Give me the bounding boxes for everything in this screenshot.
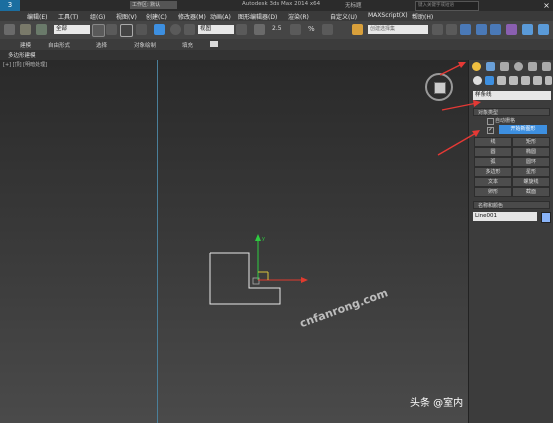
viewport-axis-line <box>157 60 158 423</box>
menu-item-11[interactable]: 帮助(H) <box>412 12 433 21</box>
menu-item-10[interactable]: MAXScript(X) <box>368 12 408 19</box>
menu-item-0[interactable]: 编辑(E) <box>27 12 47 21</box>
annotation-arrows <box>437 62 481 156</box>
shape-button-5-0[interactable]: 卵形 <box>474 187 512 197</box>
display-tab-icon[interactable] <box>528 62 537 71</box>
shape-button-1-1[interactable]: 椭圆 <box>512 147 550 157</box>
source-tag: 头条 @室内 <box>410 398 464 409</box>
ribbon: 建模 自由形式 选择 对象绘制 填充 <box>0 39 553 50</box>
ribbon-tab-2[interactable]: 选择 <box>96 41 107 49</box>
watermark-text: cnfanrong.com <box>298 286 390 331</box>
ribbon-tab-1[interactable]: 自由形式 <box>48 41 70 49</box>
pivot-center-icon[interactable] <box>236 24 247 35</box>
rotate-icon[interactable] <box>170 24 181 35</box>
menu-bar: 编辑(E) 工具(T) 组(G) 视图(V) 创建(C) 修改器(M) 动画(A) 图形编辑器… <box>0 11 553 21</box>
material-editor-icon[interactable] <box>506 24 517 35</box>
file-name: 无标题 <box>345 3 362 9</box>
unlink-icon[interactable] <box>36 24 47 35</box>
menu-item-9[interactable]: 自定义(U) <box>330 12 357 21</box>
viewport-label[interactable]: [+] [顶] [明暗处理] <box>3 61 47 68</box>
search-input[interactable]: 键入关键字或短语 <box>415 1 479 11</box>
shape-button-3-1[interactable]: 星形 <box>512 167 550 177</box>
object-color-swatch[interactable] <box>541 212 551 223</box>
select-by-name-icon[interactable] <box>106 24 117 35</box>
render-setup-icon[interactable] <box>522 24 533 35</box>
ribbon-toggle-icon[interactable] <box>210 41 218 47</box>
scale-icon[interactable] <box>184 24 195 35</box>
named-selection-input[interactable]: 创建选择集 <box>368 25 428 34</box>
systems-icon[interactable] <box>545 76 552 85</box>
shape-button-4-1[interactable]: 螺旋线 <box>512 177 550 187</box>
undo-icon[interactable] <box>4 24 15 35</box>
ribbon-tab-0[interactable]: 建模 <box>20 41 31 49</box>
name-color-rollout-header[interactable]: 名称和颜色 <box>473 201 550 209</box>
shape-button-4-0[interactable]: 文本 <box>474 177 512 187</box>
close-window-icon[interactable]: × <box>540 0 553 11</box>
link-icon[interactable] <box>20 24 31 35</box>
move-icon[interactable] <box>154 24 165 35</box>
auto-grid-label: 自动栅格 <box>495 118 516 124</box>
menu-item-5[interactable]: 修改器(M) <box>178 12 206 21</box>
menu-item-7[interactable]: 图形编辑器(D) <box>238 12 277 21</box>
window-crossing-icon[interactable] <box>136 24 147 35</box>
spinner-snap-icon[interactable] <box>322 24 333 35</box>
reference-coord-dropdown[interactable]: 视图 <box>198 25 234 34</box>
select-manipulate-icon[interactable] <box>254 24 265 35</box>
object-name-input[interactable]: Line001 <box>473 212 537 221</box>
align-icon[interactable] <box>446 24 457 35</box>
shape-button-0-1[interactable]: 矩形 <box>512 137 550 147</box>
app-logo-icon[interactable]: 3 <box>0 0 20 11</box>
shape-button-3-0[interactable]: 多边形 <box>474 167 512 177</box>
lights-icon[interactable] <box>497 76 506 85</box>
selection-filter-dropdown[interactable]: 全部 <box>54 25 90 34</box>
ribbon-tab-3[interactable]: 对象绘制 <box>134 41 156 49</box>
mirror-icon[interactable] <box>432 24 443 35</box>
snap-toggle-value[interactable]: 2.5 <box>272 25 282 32</box>
menu-item-8[interactable]: 渲染(R) <box>288 12 309 21</box>
menu-item-6[interactable]: 动画(A) <box>210 12 231 21</box>
ribbon-sub-label[interactable]: 多边形建模 <box>8 51 36 59</box>
layer-manager-icon[interactable] <box>460 24 471 35</box>
app-title: Autodesk 3ds Max 2014 x64 <box>242 1 321 7</box>
menu-item-4[interactable]: 创建(C) <box>146 12 167 21</box>
schematic-view-icon[interactable] <box>490 24 501 35</box>
hierarchy-tab-icon[interactable] <box>500 62 509 71</box>
curve-editor-icon[interactable] <box>476 24 487 35</box>
main-toolbar: 全部 视图 2.5 % 创建选择集 <box>0 21 553 40</box>
viewport-top[interactable]: [+] [顶] [明暗处理] y cnfanrong.com <box>0 60 468 423</box>
menu-item-2[interactable]: 组(G) <box>90 12 105 21</box>
spacewarps-icon[interactable] <box>533 76 542 85</box>
start-new-shape-button[interactable]: 开始新图形 <box>499 125 547 134</box>
percent-snap-label[interactable]: % <box>308 25 315 33</box>
edit-named-selection-icon[interactable] <box>352 24 363 35</box>
name-color-label: 名称和颜色 <box>478 203 504 209</box>
workspace-dropdown[interactable]: 工作区: 默认 <box>130 1 177 9</box>
select-object-icon[interactable] <box>92 24 105 37</box>
shape-button-5-1[interactable]: 截面 <box>512 187 550 197</box>
shape-button-2-1[interactable]: 圆环 <box>512 157 550 167</box>
menu-item-3[interactable]: 视图(V) <box>116 12 137 21</box>
transform-gizmo-icon[interactable]: y <box>248 232 310 292</box>
helpers-icon[interactable] <box>521 76 530 85</box>
svg-text:y: y <box>262 236 265 242</box>
ribbon-tab-4[interactable]: 填充 <box>182 41 193 49</box>
angle-snap-icon[interactable] <box>290 24 301 35</box>
render-icon[interactable] <box>538 24 549 35</box>
rect-region-icon[interactable] <box>120 24 133 37</box>
cameras-icon[interactable] <box>509 76 518 85</box>
motion-tab-icon[interactable] <box>514 62 523 71</box>
utilities-tab-icon[interactable] <box>542 62 551 71</box>
menu-item-1[interactable]: 工具(T) <box>58 12 78 21</box>
